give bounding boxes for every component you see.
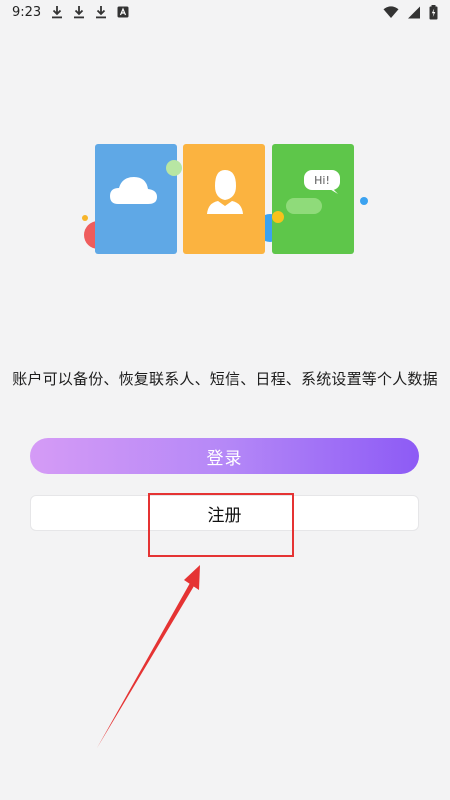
login-button[interactable]: 登录 bbox=[30, 438, 419, 474]
wifi-icon bbox=[383, 5, 399, 19]
signal-icon bbox=[407, 6, 421, 19]
chat-bubble-reply bbox=[286, 198, 322, 214]
status-bar: 9:23 bbox=[0, 0, 450, 24]
decor-circle bbox=[166, 160, 182, 176]
account-illustration: Hi! bbox=[82, 144, 368, 254]
account-screen: 9:23 Hi! 账户可以备份、恢复联系人、短信、日程、系统设置等个人数据 登录… bbox=[0, 0, 450, 800]
status-bar-left: 9:23 bbox=[12, 5, 129, 20]
download-icon bbox=[95, 5, 107, 19]
annotation-arrow bbox=[97, 565, 200, 748]
decor-dot bbox=[360, 197, 368, 205]
annotation-highlight-box bbox=[148, 493, 294, 557]
download-icon bbox=[51, 5, 63, 19]
account-info-text: 账户可以备份、恢复联系人、短信、日程、系统设置等个人数据 bbox=[12, 370, 438, 388]
arrow-shaft bbox=[97, 583, 194, 748]
decor-dot bbox=[272, 211, 284, 223]
download-icon bbox=[73, 5, 85, 19]
status-time: 9:23 bbox=[12, 4, 42, 20]
text-icon bbox=[117, 6, 129, 18]
decor-dot bbox=[82, 215, 88, 221]
battery-icon bbox=[429, 4, 438, 20]
status-bar-right bbox=[383, 4, 438, 20]
chat-bubble-text: Hi! bbox=[314, 174, 330, 187]
arrow-head bbox=[184, 565, 200, 590]
